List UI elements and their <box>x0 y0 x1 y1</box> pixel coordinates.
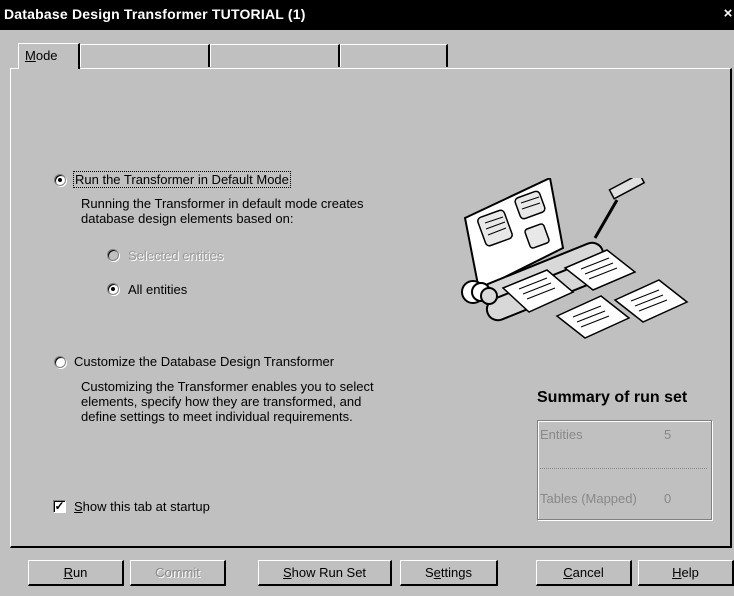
customize-radio[interactable] <box>54 356 66 368</box>
show-tab-mnemonic: S <box>74 499 83 514</box>
default-mode-description-1: Running the Transformer in default mode … <box>81 196 364 211</box>
help-button[interactable]: Help <box>638 560 734 586</box>
tab-3[interactable] <box>210 44 340 67</box>
summary-entities-label: Entities <box>540 427 583 442</box>
show-tab-rest: how this tab at startup <box>82 499 210 514</box>
run-button-rest: un <box>72 565 88 580</box>
commit-button[interactable]: Commit <box>130 560 226 586</box>
default-mode-description-2: database design elements based on: <box>81 211 294 226</box>
customize-description-2: elements, specify how they are transform… <box>81 394 362 409</box>
show-tab-checkbox[interactable]: ✓ <box>53 500 66 513</box>
show-run-set-button[interactable]: Show Run Set <box>258 560 392 586</box>
selected-entities-label[interactable]: Selected entities <box>128 248 223 263</box>
customize-description-3: define settings to meet individual requi… <box>81 409 353 424</box>
tab-2[interactable] <box>80 44 210 67</box>
cancel-button[interactable]: Cancel <box>536 560 632 586</box>
customize-description-1: Customizing the Transformer enables you … <box>81 379 374 394</box>
tab-4[interactable] <box>340 44 448 67</box>
window-title: Database Design Transformer TUTORIAL (1) <box>4 6 306 22</box>
tab-mode[interactable]: Mode <box>18 43 80 69</box>
settings-rest: ttings <box>440 565 472 580</box>
default-mode-label[interactable]: Run the Transformer in Default Mode <box>73 171 291 188</box>
tab-mode-mnemonic: M <box>25 48 36 63</box>
help-rest: elp <box>681 565 699 580</box>
summary-entities-value: 5 <box>664 427 672 442</box>
summary-divider <box>540 468 707 469</box>
all-entities-radio[interactable] <box>107 283 119 295</box>
settings-pre: S <box>425 565 434 580</box>
cancel-rest: ancel <box>572 565 604 580</box>
settings-mnemonic: e <box>433 565 441 580</box>
tab-mode-label: Mode <box>25 48 58 63</box>
help-mnemonic: H <box>672 565 682 580</box>
show-run-set-mnemonic: S <box>282 565 292 580</box>
tab-strip: Mode <box>18 43 448 69</box>
title-bar: Database Design Transformer TUTORIAL (1)… <box>0 0 734 30</box>
default-mode-radio[interactable] <box>54 174 66 186</box>
summary-tables-label: Tables (Mapped) <box>540 491 637 506</box>
selected-entities-radio[interactable] <box>107 249 119 261</box>
commit-button-label: Commit <box>155 565 200 580</box>
show-tab-label[interactable]: Show this tab at startup <box>74 499 210 514</box>
customize-label[interactable]: Customize the Database Design Transforme… <box>74 354 334 369</box>
show-run-set-rest: how Run Set <box>291 565 367 580</box>
transformer-illustration-icon <box>461 178 689 339</box>
tab-mode-rest: ode <box>35 48 58 63</box>
all-entities-label[interactable]: All entities <box>128 282 187 297</box>
settings-button[interactable]: Settings <box>400 560 498 586</box>
summary-title: Summary of run set <box>537 389 688 406</box>
run-button-mnemonic: R <box>63 565 73 580</box>
run-button[interactable]: Run <box>28 560 124 586</box>
summary-box: Entities 5 Tables (Mapped) 0 <box>537 420 712 520</box>
cancel-mnemonic: C <box>563 565 573 580</box>
summary-tables-value: 0 <box>664 491 672 506</box>
close-icon[interactable]: × <box>720 6 734 22</box>
